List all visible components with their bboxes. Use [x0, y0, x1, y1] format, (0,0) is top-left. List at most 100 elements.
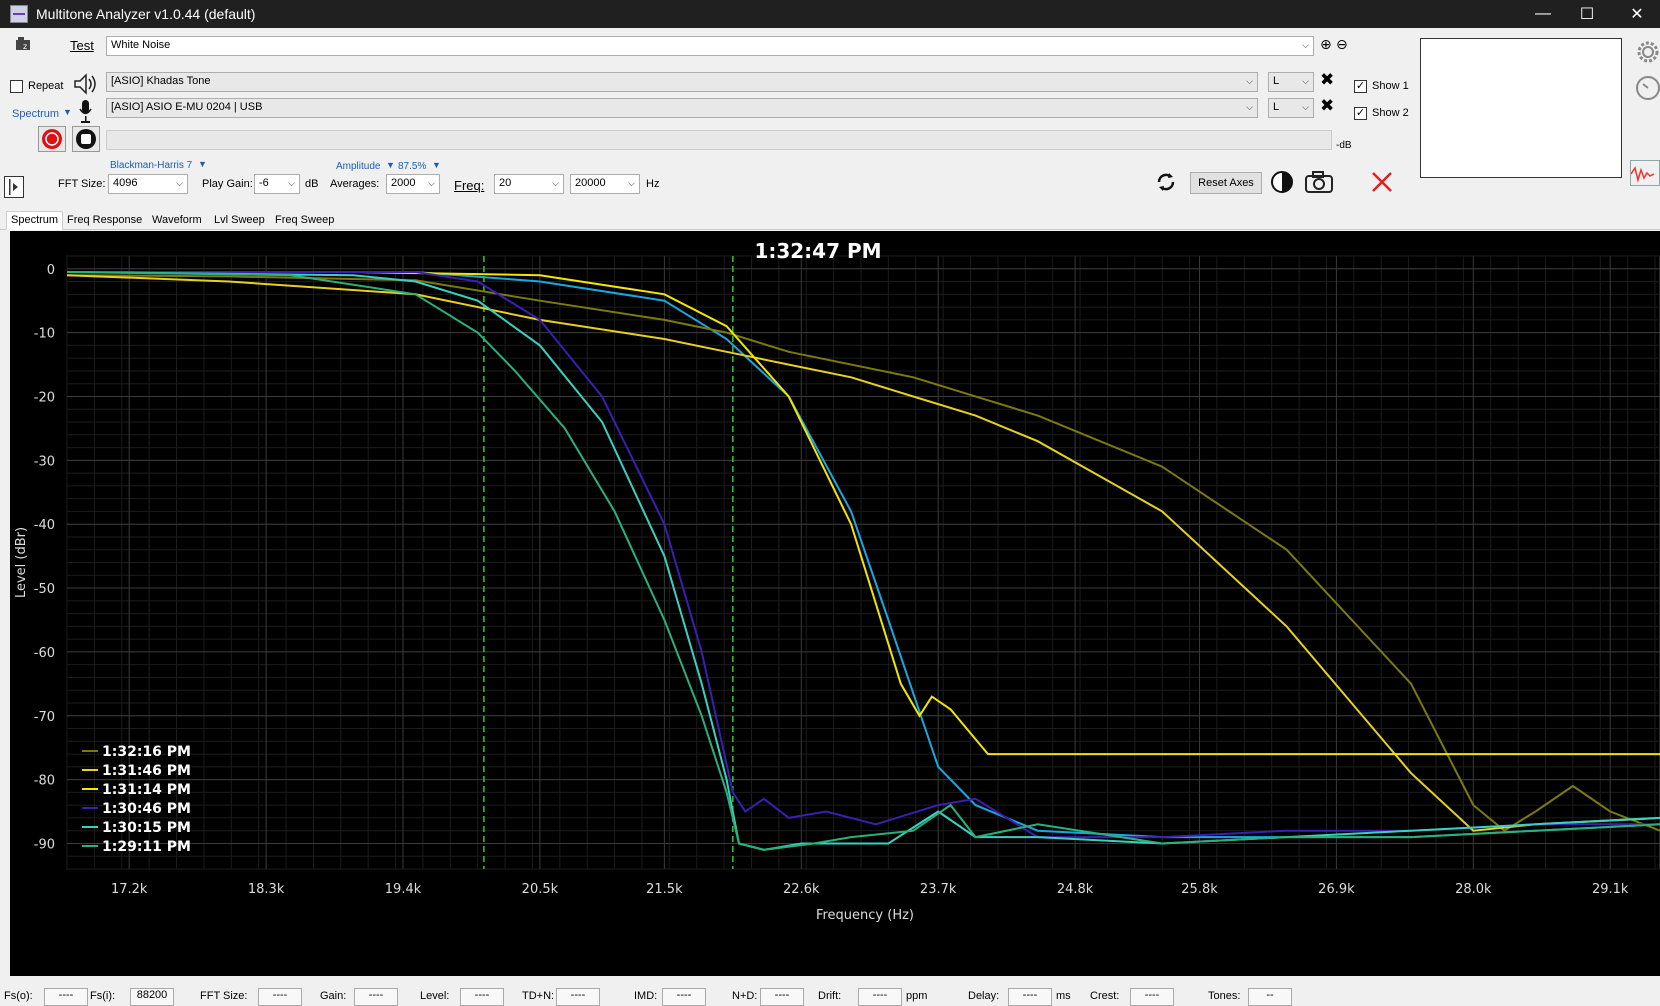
clock-icon[interactable]	[1630, 74, 1660, 102]
chevron-down-icon: ⌵	[628, 178, 635, 188]
open-file-icon[interactable]: z	[14, 36, 34, 54]
x-tick-label: 26.9k	[1318, 882, 1355, 897]
chevron-down-icon: ⌵	[176, 178, 183, 188]
tab-freq-sweep[interactable]: Freq Sweep	[270, 211, 339, 230]
caret-down-icon[interactable]: ▼	[432, 160, 441, 170]
chevron-down-icon: ⌵	[1302, 40, 1309, 50]
x-tick-label: 21.5k	[646, 882, 683, 897]
window-function-link[interactable]: Blackman-Harris 7	[110, 160, 192, 171]
status-label: Level:	[420, 990, 450, 1002]
x-tick-label: 19.4k	[385, 882, 422, 897]
y-tick-label: 0	[47, 263, 55, 278]
status-value: ----	[662, 988, 706, 1006]
repeat-checkbox[interactable]	[10, 80, 23, 93]
waveform-icon[interactable]	[1630, 160, 1660, 186]
fft-size-value: 4096	[113, 177, 138, 189]
legend-label: 1:30:15 PM	[102, 820, 191, 836]
tab-strip: Spectrum Freq Response Waveform Lvl Swee…	[0, 208, 1660, 230]
gear-icon[interactable]	[1630, 38, 1660, 66]
freq-label[interactable]: Freq:	[454, 178, 484, 193]
show2-checkbox[interactable]: ✓	[1354, 107, 1367, 120]
status-label: N+D:	[732, 990, 758, 1002]
chevron-down-icon: ⌵	[428, 178, 435, 188]
remove-icon[interactable]: ⊖	[1336, 36, 1348, 53]
input-channel-select[interactable]: L ⌵	[1268, 98, 1314, 118]
status-label: Gain:	[320, 990, 347, 1002]
output-channel-select[interactable]: L ⌵	[1268, 72, 1314, 92]
y-axis-label: Level (dBr)	[14, 527, 29, 598]
input-device-select[interactable]: [ASIO] ASIO E-MU 0204 | USB ⌵	[106, 98, 1258, 118]
caret-down-icon[interactable]: ▼	[63, 107, 72, 117]
status-label: Tones:	[1208, 990, 1241, 1002]
sidebar-toggle-icon[interactable]	[4, 176, 24, 198]
x-tick-label: 23.7k	[920, 882, 957, 897]
x-tick-label: 20.5k	[522, 882, 559, 897]
chevron-down-icon: ⌵	[552, 178, 559, 188]
fft-size-select[interactable]: 4096 ⌵	[108, 174, 188, 194]
status-value: ----	[1008, 988, 1052, 1006]
tab-freq-response[interactable]: Freq Response	[62, 211, 147, 230]
y-tick-label: -30	[34, 454, 55, 469]
tab-waveform[interactable]: Waveform	[147, 211, 207, 230]
y-tick-label: -90	[34, 837, 55, 852]
amplitude-link[interactable]: Amplitude	[336, 161, 380, 172]
play-gain-select[interactable]: -6 ⌵	[254, 174, 300, 194]
status-value: ----	[460, 988, 504, 1006]
clear-icon[interactable]	[1370, 170, 1394, 194]
tab-lvl-sweep[interactable]: Lvl Sweep	[209, 211, 270, 230]
y-tick-label: -60	[34, 646, 55, 661]
refresh-icon[interactable]	[1154, 170, 1178, 194]
spectrum-mode-link[interactable]: Spectrum	[12, 108, 59, 120]
status-label: Drift:	[818, 990, 842, 1002]
output-device-select[interactable]: [ASIO] Khadas Tone ⌵	[106, 72, 1258, 92]
camera-icon[interactable]	[1304, 170, 1334, 194]
averages-label: Averages:	[330, 178, 380, 190]
legend-label: 1:31:46 PM	[102, 763, 191, 779]
y-tick-label: -40	[34, 518, 55, 533]
chevron-down-icon: ⌵	[1246, 102, 1253, 112]
caret-down-icon[interactable]: ▼	[386, 160, 395, 170]
spectrum-plot[interactable]: 0 -10 -20 -30 -40 -50 -60 -70 -80 -90 17.2k 18.3k 19…	[10, 231, 1660, 976]
stop-button[interactable]	[72, 126, 100, 152]
input-device-value: [ASIO] ASIO E-MU 0204 | USB	[111, 101, 263, 113]
wrench-icon[interactable]: ✖	[1320, 96, 1334, 116]
minimize-button[interactable]: —	[1520, 0, 1566, 28]
x-tick-label: 17.2k	[111, 882, 148, 897]
status-unit: ppm	[906, 990, 928, 1002]
test-select[interactable]: White Noise ⌵	[106, 36, 1314, 56]
freq-max-select[interactable]: 20000 ⌵	[570, 174, 640, 194]
close-window-button[interactable]: ✕	[1614, 0, 1660, 28]
y-tick-label: -70	[34, 710, 55, 725]
tab-spectrum[interactable]: Spectrum	[6, 211, 64, 230]
averages-select[interactable]: 2000 ⌵	[386, 174, 440, 194]
freq-min-select[interactable]: 20 ⌵	[494, 174, 564, 194]
test-label[interactable]: Test	[70, 38, 94, 53]
add-icon[interactable]: ⊕	[1320, 36, 1332, 53]
freq-unit: Hz	[646, 178, 660, 190]
microphone-icon[interactable]	[78, 98, 94, 124]
fft-size-label: FFT Size:	[58, 178, 106, 190]
chart-title: 1:32:47 PM	[754, 239, 881, 263]
contrast-icon[interactable]	[1270, 170, 1294, 194]
app-icon	[10, 5, 28, 23]
chart-svg[interactable]: 0 -10 -20 -30 -40 -50 -60 -70 -80 -90 17.2k 18.3k 19…	[10, 231, 1660, 976]
test-select-value: White Noise	[111, 39, 171, 51]
status-label: Fs(i):	[90, 990, 116, 1002]
speaker-icon[interactable]	[72, 72, 98, 96]
legend-label: 1:32:16 PM	[102, 744, 191, 760]
title-bar: Multitone Analyzer v1.0.44 (default) — ☐…	[0, 0, 1660, 28]
status-value: ----	[858, 988, 902, 1006]
chevron-down-icon: ⌵	[1246, 76, 1253, 86]
status-unit: ms	[1056, 990, 1071, 1002]
show1-checkbox[interactable]: ✓	[1354, 80, 1367, 93]
record-button[interactable]	[38, 126, 66, 152]
preview-panel	[1420, 38, 1622, 178]
chevron-down-icon: ⌵	[1302, 102, 1309, 112]
status-label: FFT Size:	[200, 990, 248, 1002]
maximize-button[interactable]: ☐	[1564, 0, 1610, 28]
status-label: TD+N:	[522, 990, 555, 1002]
status-label: Delay:	[968, 990, 1000, 1002]
wrench-icon[interactable]: ✖	[1320, 70, 1334, 90]
reset-axes-button[interactable]: Reset Axes	[1190, 172, 1262, 194]
caret-down-icon[interactable]: ▼	[198, 159, 207, 169]
